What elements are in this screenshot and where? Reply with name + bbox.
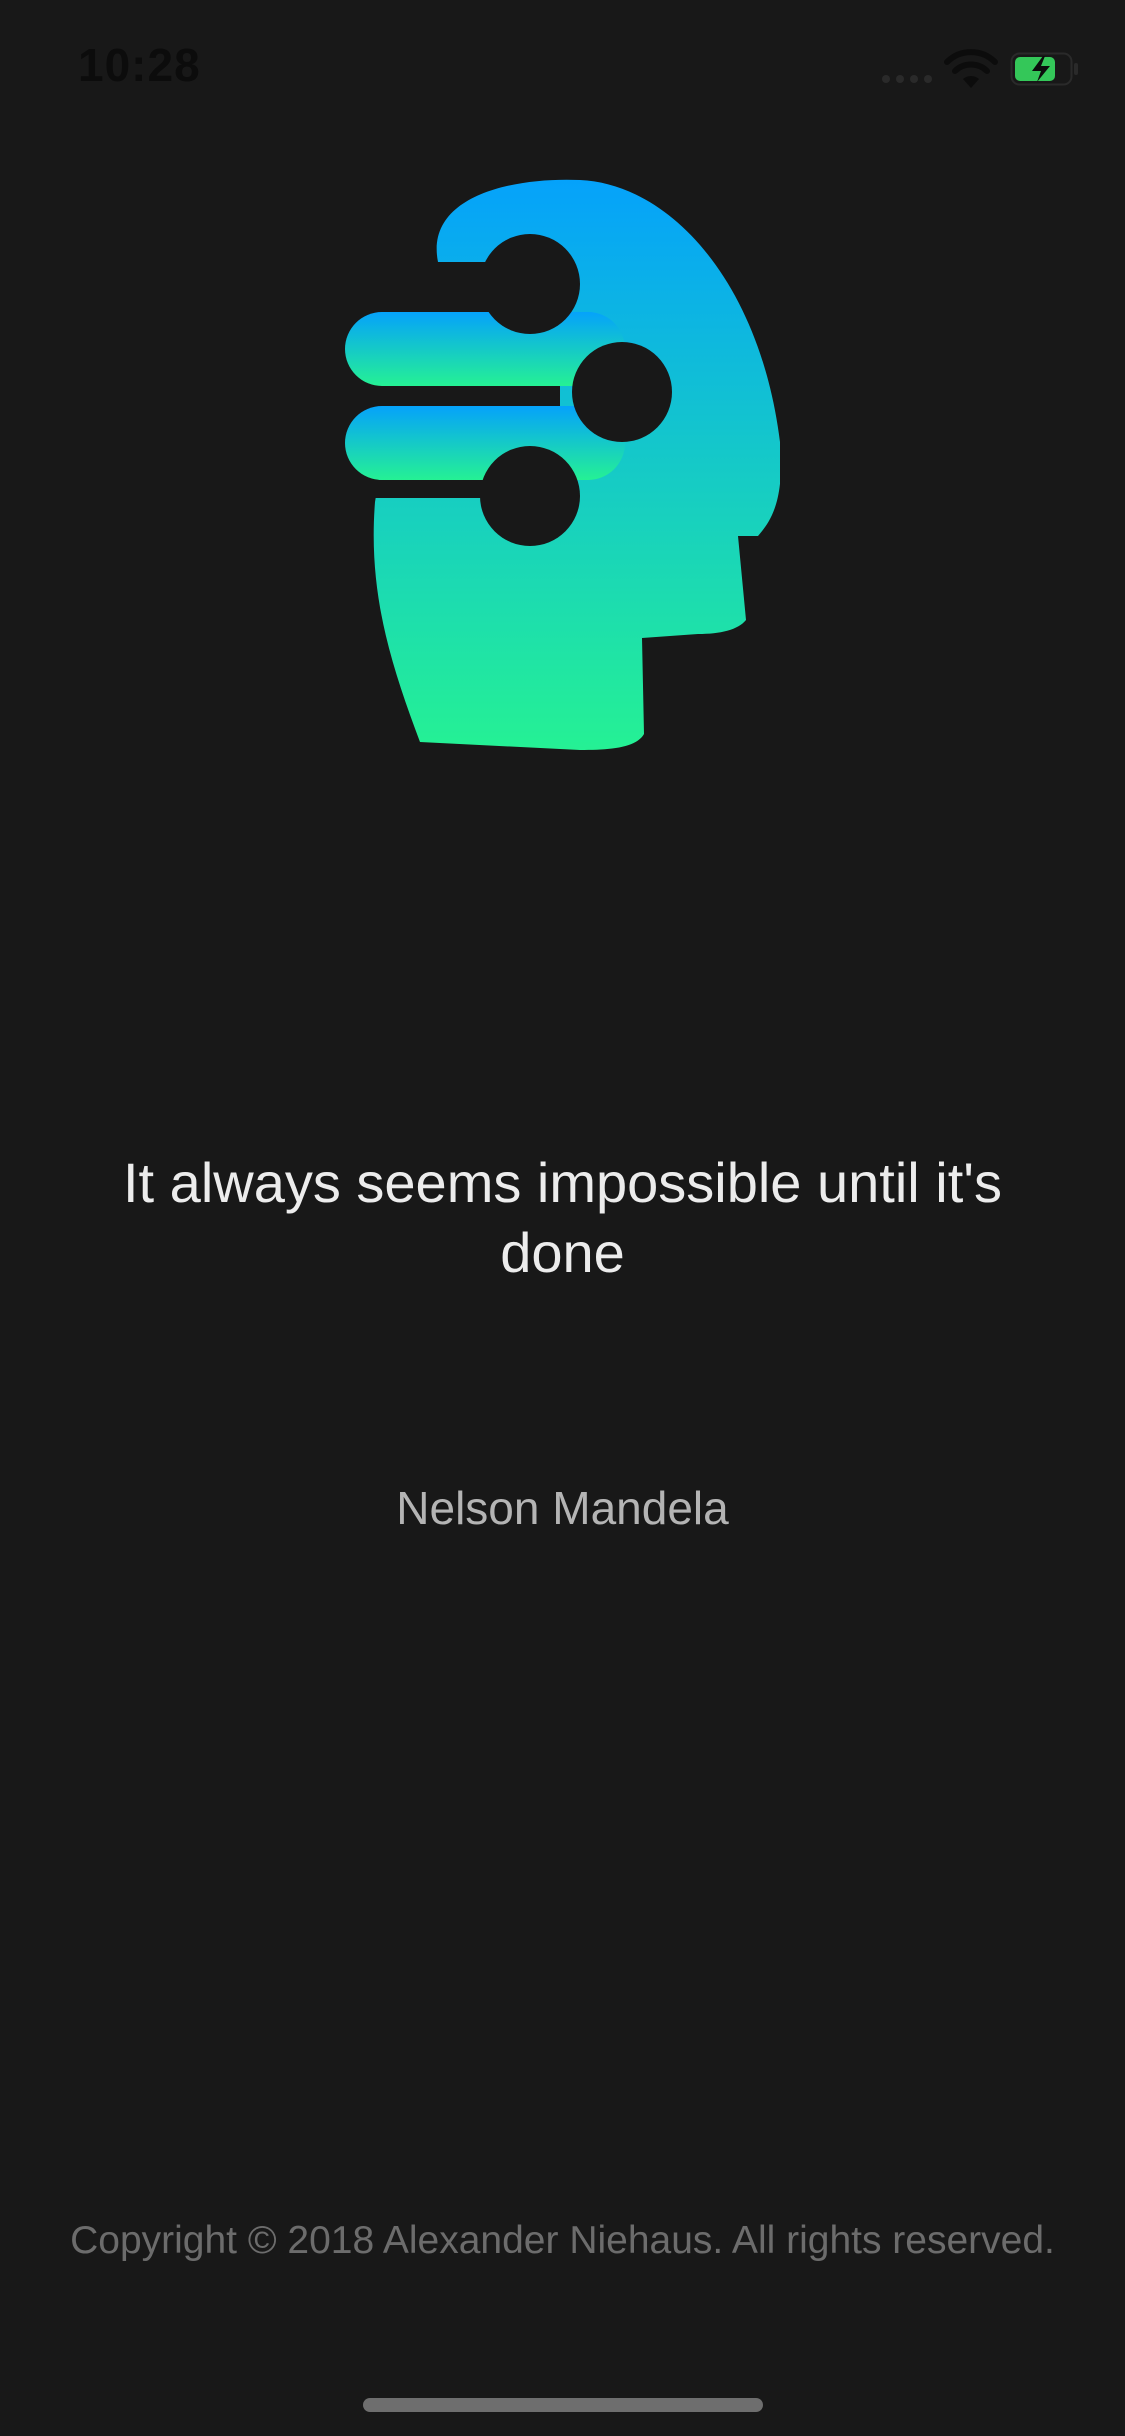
signal-icon — [882, 75, 932, 83]
home-indicator[interactable] — [363, 2398, 763, 2412]
status-bar: 10:28 — [0, 0, 1125, 132]
battery-charging-icon — [1010, 52, 1078, 86]
copyright-text: Copyright © 2018 Alexander Niehaus. All … — [70, 2219, 1055, 2262]
head-circuit-logo-icon — [345, 179, 780, 750]
quote-text: It always seems impossible until it's do… — [123, 1151, 1002, 1284]
status-time: 10:28 — [78, 39, 201, 91]
wifi-icon — [944, 49, 998, 88]
quote-author: Nelson Mandela — [396, 1482, 729, 1534]
